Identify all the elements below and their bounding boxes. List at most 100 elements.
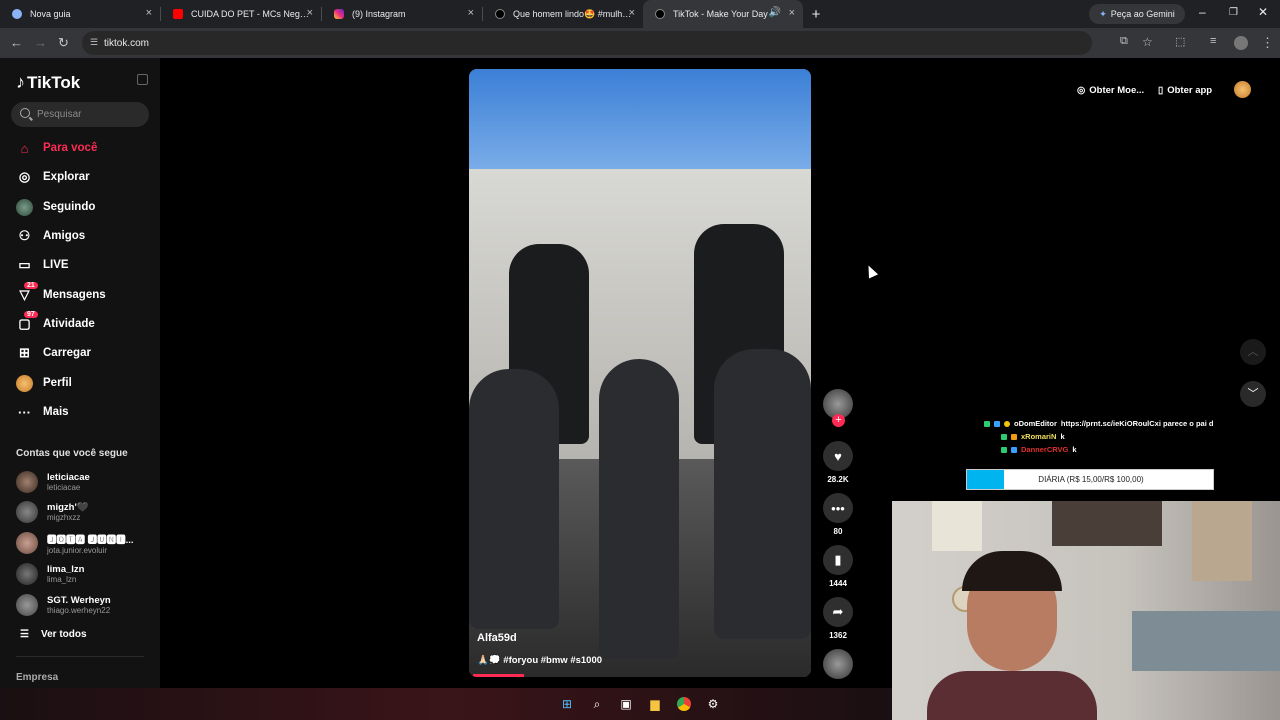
profile-avatar-icon[interactable] <box>1234 36 1248 50</box>
tiktok-logo[interactable]: ♪ TikTok <box>16 72 80 93</box>
comment-icon: ••• <box>823 493 853 523</box>
gemini-button[interactable]: ✦ Peça ao Gemini <box>1089 4 1185 24</box>
nav-perfil[interactable]: Perfil <box>16 372 72 394</box>
app-icon[interactable]: ⚙ <box>704 695 722 713</box>
followed-account[interactable]: lima_lzn lima_lzn <box>16 561 85 587</box>
chat-badge-icon <box>984 420 990 427</box>
nav-atividade[interactable]: ▢ 97 Atividade <box>16 310 95 335</box>
wall-photos <box>1192 501 1252 581</box>
avatar <box>16 532 38 554</box>
account-handle: migzhxzz <box>47 513 81 522</box>
tab-nova-guia[interactable]: Nova guia × <box>0 0 160 28</box>
video-motorcycle-right <box>714 349 811 639</box>
see-all-button[interactable]: ☰ Ver todos <box>20 629 87 640</box>
like-button[interactable]: ♥ 28.2K <box>822 441 854 484</box>
followed-account[interactable]: 🅹🅾🆃🅰 🅹🆄🅽🅸... jota.junior.evoluir <box>16 530 134 556</box>
creator-avatar-button[interactable]: + <box>822 389 854 427</box>
back-icon[interactable]: ← <box>10 35 23 50</box>
tab-instagram[interactable]: (9) Instagram × <box>322 0 482 28</box>
windows-start-icon[interactable]: ⊞ <box>558 695 576 713</box>
share-button[interactable]: ➦ 1362 <box>822 597 854 640</box>
nav-live[interactable]: ▭ LIVE <box>16 254 68 276</box>
previous-video-button[interactable]: ︿ <box>1240 339 1266 365</box>
nav-label: Perfil <box>43 377 72 389</box>
upload-icon: ⊞ <box>19 345 30 360</box>
forward-icon[interactable]: → <box>34 35 47 50</box>
nav-para-voce[interactable]: ⌂ Para você <box>16 137 98 159</box>
nav-label: Atividade <box>43 318 95 330</box>
heart-icon: ♥ <box>823 441 853 471</box>
speaker-icon[interactable]: 🔊 <box>769 7 781 18</box>
account-name: SGT. Werheyn <box>47 595 111 606</box>
chat-badge-icon <box>994 420 1000 427</box>
cast-icon[interactable]: ⧉ <box>1120 35 1128 48</box>
nav-amigos[interactable]: ⚇ Amigos <box>16 225 86 247</box>
more-icon: ··· <box>18 404 31 420</box>
nav-explorar[interactable]: ◎ Explorar <box>16 166 90 188</box>
taskbar-search-icon[interactable]: ⌕ <box>588 695 606 713</box>
get-coins-button[interactable]: ◎ Obter Moe... <box>1077 79 1144 101</box>
close-icon[interactable]: × <box>146 7 152 19</box>
tab-youtube[interactable]: CUIDA DO PET - MCs Negão Original × <box>161 0 321 28</box>
task-view-icon[interactable]: ▣ <box>617 695 635 713</box>
address-bar[interactable]: ☰ tiktok.com <box>82 31 1092 55</box>
streamer-person <box>927 541 1097 720</box>
nav-mais[interactable]: ··· Mais <box>16 401 69 423</box>
media-icon[interactable]: ≡ <box>1210 35 1216 47</box>
account-handle: leticiacae <box>47 483 81 492</box>
video-player[interactable]: Alfa59d 🙏🏻💭 #foryou #bmw #s1000 <box>469 69 811 677</box>
account-name: migzh'🖤 <box>47 502 89 513</box>
close-icon[interactable]: × <box>468 7 474 19</box>
nav-label: Para você <box>43 142 98 154</box>
extensions-icon[interactable]: ⬚ <box>1175 35 1185 48</box>
site-info-icon[interactable]: ☰ <box>90 37 98 48</box>
get-app-button[interactable]: ▯ Obter app <box>1158 79 1212 101</box>
sound-disc-button[interactable] <box>822 649 854 679</box>
save-button[interactable]: ▮ 1444 <box>822 545 854 588</box>
file-explorer-icon[interactable]: ▆ <box>646 695 664 713</box>
followed-account[interactable]: SGT. Werheyn thiago.werheyn22 <box>16 592 111 618</box>
video-author[interactable]: Alfa59d <box>477 632 517 644</box>
tab-title: CUIDA DO PET - MCs Negão Original <box>191 9 313 19</box>
mouse-cursor-icon <box>863 263 879 279</box>
chrome-icon[interactable] <box>675 695 693 713</box>
close-icon[interactable]: × <box>629 7 635 19</box>
browser-tab-strip: Nova guia × CUIDA DO PET - MCs Negão Ori… <box>0 0 1280 28</box>
donation-goal-bar: DIÁRIA (R$ 15,00/R$ 100,00) <box>966 469 1214 490</box>
minimize-icon[interactable]: – <box>1199 5 1206 19</box>
sound-disc-icon <box>823 649 853 679</box>
menu-kebab-icon[interactable]: ⋮ <box>1261 35 1274 51</box>
close-icon[interactable]: × <box>307 7 313 19</box>
bookmark-star-icon[interactable]: ☆ <box>1142 35 1153 49</box>
share-icon: ➦ <box>823 597 853 627</box>
close-icon[interactable]: × <box>789 7 795 19</box>
restore-icon[interactable]: ❐ <box>1229 7 1238 18</box>
followed-account[interactable]: migzh'🖤 migzhxzz <box>16 499 89 525</box>
activity-icon: ▢ 97 <box>16 310 38 333</box>
search-input[interactable]: Pesquisar <box>11 102 149 127</box>
collapse-sidebar-icon[interactable] <box>137 74 148 85</box>
video-progress-bar[interactable] <box>473 674 525 677</box>
company-link[interactable]: Empresa <box>16 672 58 683</box>
nav-carregar[interactable]: ⊞ Carregar <box>16 342 91 364</box>
follow-plus-icon[interactable]: + <box>832 414 845 427</box>
browser-toolbar: ← → ↻ ☰ tiktok.com ⧉ ☆ ⬚ ≡ ⋮ <box>0 28 1280 58</box>
user-avatar[interactable] <box>1234 81 1251 98</box>
streamer-hair <box>962 551 1062 591</box>
nav-seguindo[interactable]: Seguindo <box>16 196 95 218</box>
gemini-label: Peça ao Gemini <box>1110 9 1175 19</box>
chat-message: k <box>1060 432 1065 441</box>
video-caption: 🙏🏻💭 #foryou #bmw #s1000 <box>477 655 603 666</box>
followed-account[interactable]: leticiacae leticiacae <box>16 469 90 495</box>
nav-mensagens[interactable]: ▽ 21 Mensagens <box>16 281 106 306</box>
account-handle: jota.junior.evoluir <box>47 545 108 555</box>
reload-icon[interactable]: ↻ <box>58 35 69 51</box>
goal-label: DIÁRIA (R$ 15,00/R$ 100,00) <box>1038 475 1144 484</box>
tab-tiktok-video[interactable]: Que homem lindo🤩 #mulheres × <box>483 0 643 28</box>
window-close-icon[interactable]: ✕ <box>1258 5 1268 19</box>
next-video-button[interactable]: ﹀ <box>1240 381 1266 407</box>
comment-button[interactable]: ••• 80 <box>822 493 854 536</box>
tab-tiktok-active[interactable]: TikTok - Make Your Day 🔊 × <box>643 0 803 28</box>
new-tab-button[interactable]: + <box>803 6 829 23</box>
chat-badge-icon <box>1001 433 1007 440</box>
